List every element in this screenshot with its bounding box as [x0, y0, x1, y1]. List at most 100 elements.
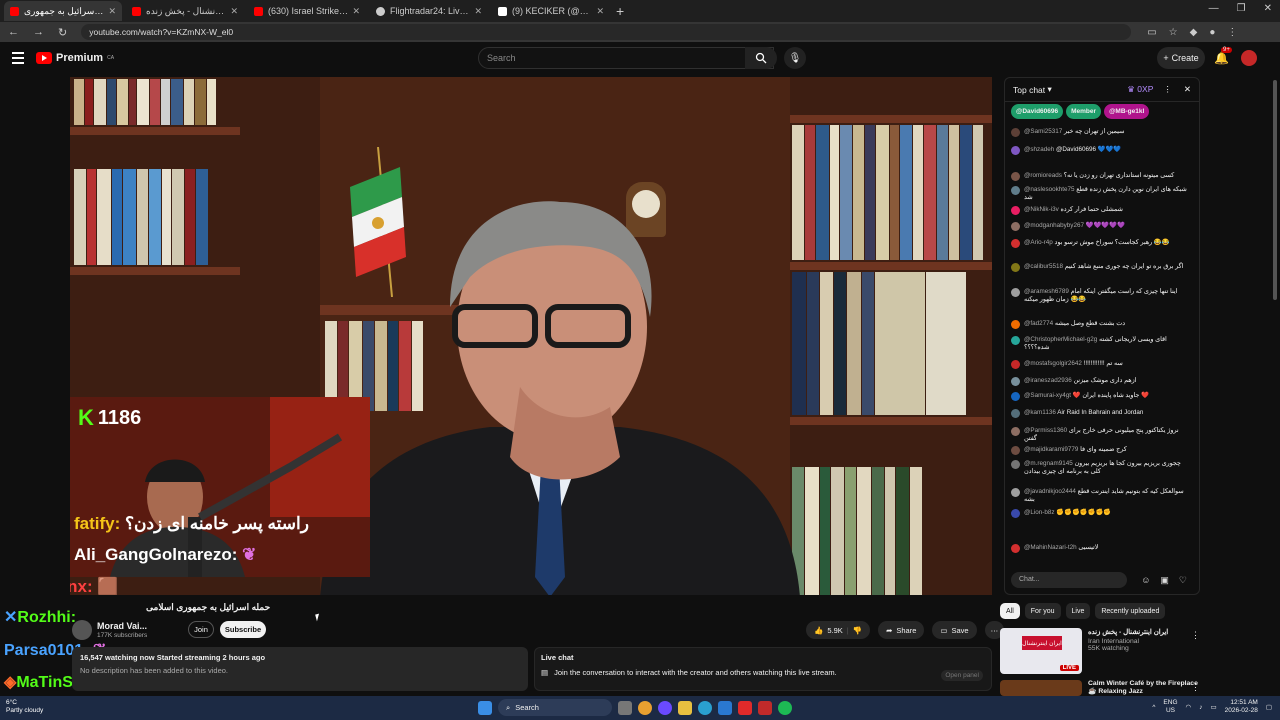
chat-author[interactable]: @javadnikjoo2444 [1024, 488, 1076, 495]
chat-mode-select[interactable]: Top chat [1013, 85, 1045, 95]
account-avatar[interactable] [1241, 50, 1257, 66]
minimize-icon[interactable]: — [1209, 3, 1219, 14]
chat-message[interactable]: @aramesh6789 اینا تنها چیزی که راست میگف… [1011, 288, 1191, 304]
chat-message[interactable]: @Samurai-xy4gt ❤️ جاوید شاه پاینده ایران… [1011, 392, 1191, 401]
back-icon[interactable]: ← [8, 26, 19, 39]
chat-kebab-icon[interactable]: ⋮ [1163, 84, 1172, 95]
channel-name[interactable]: Morad Vai... [97, 621, 147, 631]
chat-author[interactable]: @Samurai-xy4gt [1024, 392, 1071, 399]
chat-avatar[interactable] [1011, 206, 1020, 215]
reload-icon[interactable]: ↻ [58, 26, 67, 39]
hamburger-menu-icon[interactable] [12, 52, 24, 67]
pinned-chip[interactable]: Member [1066, 104, 1102, 119]
extension-icon[interactable]: ◆ [1190, 27, 1198, 38]
chat-avatar[interactable] [1011, 146, 1020, 155]
filter-chip-all[interactable]: All [1000, 603, 1020, 619]
chat-avatar[interactable] [1011, 263, 1020, 272]
close-tab-icon[interactable]: ✕ [108, 6, 116, 17]
chat-message[interactable]: @mostafsgolgir2642 !!!!!!!!!!!! سه تم [1011, 360, 1191, 369]
chat-avatar[interactable] [1011, 460, 1020, 469]
weather-widget[interactable]: 6°C Partly cloudy [6, 699, 43, 715]
save-button[interactable]: ▭ Save [932, 621, 977, 639]
voice-search-button[interactable]: 🎙 [784, 47, 806, 69]
filter-chip-live[interactable]: Live [1065, 603, 1091, 619]
open-panel-button[interactable]: Open panel [941, 670, 983, 681]
chat-author[interactable]: @aramesh6789 [1024, 288, 1069, 295]
chat-avatar[interactable] [1011, 488, 1020, 497]
chat-author[interactable]: @NikNik-i3v [1024, 206, 1059, 213]
chat-avatar[interactable] [1011, 128, 1020, 137]
chat-message[interactable]: @romioreads کسی میتونه استانداری تهران ر… [1011, 172, 1191, 181]
bookmark-star-icon[interactable]: ☆ [1169, 27, 1178, 38]
heart-icon[interactable]: ♡ [1179, 575, 1187, 586]
chat-avatar[interactable] [1011, 446, 1020, 455]
video-player[interactable]: K 1186 fatify: راسته پسر خامنه ای زدن؟ Al… [70, 77, 992, 595]
chat-message[interactable]: @Sami25317 سیمین از تهران چه خبر [1011, 128, 1191, 137]
close-chat-icon[interactable]: ✕ [1184, 84, 1191, 95]
notification-center-icon[interactable]: ▢ [1266, 703, 1272, 711]
chat-author[interactable]: @MahinNazari-t2h [1024, 544, 1077, 551]
recommendation-item[interactable]: Calm Winter Café by the Fireplace ☕ Rela… [1000, 680, 1200, 696]
taskbar-clock[interactable]: 12:51 AM 2026-02-28 [1225, 699, 1258, 715]
windows-start-icon[interactable] [478, 700, 492, 715]
filter-chip-recently-uploaded[interactable]: Recently uploaded [1095, 603, 1166, 619]
chat-author[interactable]: @Sami25317 [1024, 128, 1062, 135]
channel-avatar[interactable] [72, 620, 92, 640]
chat-author[interactable]: @Lion-b8z [1024, 509, 1055, 516]
chat-author[interactable]: @naslesookhte75 [1024, 186, 1075, 193]
chat-avatar[interactable] [1011, 288, 1020, 297]
edge-icon[interactable] [698, 700, 712, 715]
chat-author[interactable]: @mostafsgolgir2642 [1024, 360, 1082, 367]
recommendation-title[interactable]: Calm Winter Café by the Fireplace ☕ Rela… [1088, 680, 1200, 695]
chat-author[interactable]: @romioreads [1024, 172, 1062, 179]
browser-tab-1[interactable]: ایران اینترنشنال - پخش زنده ✕ [126, 1, 244, 21]
filter-chip-for-you[interactable]: For you [1024, 603, 1061, 619]
recommendation-menu-icon[interactable]: ⋮ [1191, 682, 1200, 693]
chat-message[interactable]: @Lion-b8z ✊✊✊✊✊✊✊ [1011, 509, 1191, 518]
chat-message[interactable]: @Parmiss1360 نروژ یکتاکتور پنج میلیونی ح… [1011, 427, 1191, 443]
chat-message[interactable]: @iraneszad2936 ازهم داری موشک میزنن [1011, 377, 1191, 386]
search-button[interactable] [745, 47, 777, 69]
recommendation-thumbnail[interactable] [1000, 680, 1082, 696]
close-tab-icon[interactable]: ✕ [474, 6, 482, 17]
maximize-icon[interactable]: ❐ [1237, 3, 1246, 14]
recommendation-menu-icon[interactable]: ⋮ [1191, 630, 1200, 641]
pinned-chip[interactable]: @MB-ge1kl [1104, 104, 1150, 119]
notifications-bell-icon[interactable]: 🔔 [1214, 51, 1229, 65]
chat-author[interactable]: @majidkarami9779 [1024, 446, 1078, 453]
close-tab-icon[interactable]: ✕ [230, 6, 238, 17]
volume-icon[interactable]: ♪ [1199, 704, 1202, 711]
chat-avatar[interactable] [1011, 239, 1020, 248]
chat-message[interactable]: @modganhabyby267 💜💜💜💜💜 [1011, 222, 1191, 231]
chat-message[interactable]: @Ario-r4p رهبر کجاست؟ سوراخ موش ترسو بود… [1011, 239, 1191, 248]
chat-author[interactable]: @modganhabyby267 [1024, 222, 1084, 229]
chat-message[interactable]: @NikNik-i3v شمشلی حتما فرار کرده [1011, 206, 1191, 215]
chat-author[interactable]: @Ario-r4p [1024, 239, 1053, 246]
chat-message[interactable]: @fad2774 دت بشنت قطع وصل میشه [1011, 320, 1191, 329]
chat-message[interactable]: @MahinNazari-t2h لاتیسیی [1011, 544, 1191, 553]
chat-message[interactable]: @kam1136 Air Raid In Bahrain and Jordan [1011, 409, 1191, 418]
super-chat-icon[interactable]: ▣ [1160, 575, 1169, 586]
chat-message[interactable]: @ChristopherMichael-g2g اقای ویسی لاریجا… [1011, 336, 1191, 352]
gmail-icon[interactable] [758, 700, 772, 715]
taskbar-search[interactable]: ⌕ Search [498, 699, 612, 716]
browser-tab-4[interactable]: (9) KECIKER (@ariakeciker) / X ✕ [492, 1, 610, 21]
search-input[interactable]: Search [478, 47, 774, 69]
chat-avatar[interactable] [1011, 409, 1020, 418]
battery-icon[interactable]: ▭ [1210, 703, 1216, 711]
language[interactable]: ENG [1163, 699, 1177, 707]
chrome-icon[interactable] [638, 700, 652, 715]
chat-author[interactable]: @calibur5518 [1024, 263, 1063, 270]
chat-author[interactable]: @shzadeh [1024, 146, 1054, 153]
browser-tab-0[interactable]: حمله اسرائیل به جمهوری✕ [4, 1, 122, 21]
chat-avatar[interactable] [1011, 392, 1020, 401]
chat-avatar[interactable] [1011, 427, 1020, 436]
install-icon[interactable]: ▭ [1147, 27, 1156, 38]
mail-icon[interactable] [718, 700, 732, 715]
chat-message[interactable]: @calibur5518 اگر برق بره تو ایران چه جور… [1011, 263, 1191, 272]
xp-indicator[interactable]: ♛ 0XP [1127, 84, 1153, 95]
thumbs-down-icon[interactable]: 👎 [853, 626, 862, 635]
share-button[interactable]: ➦ Share [878, 621, 925, 639]
emoji-icon[interactable]: ☺ [1141, 575, 1150, 586]
new-tab-icon[interactable]: + [616, 3, 624, 19]
